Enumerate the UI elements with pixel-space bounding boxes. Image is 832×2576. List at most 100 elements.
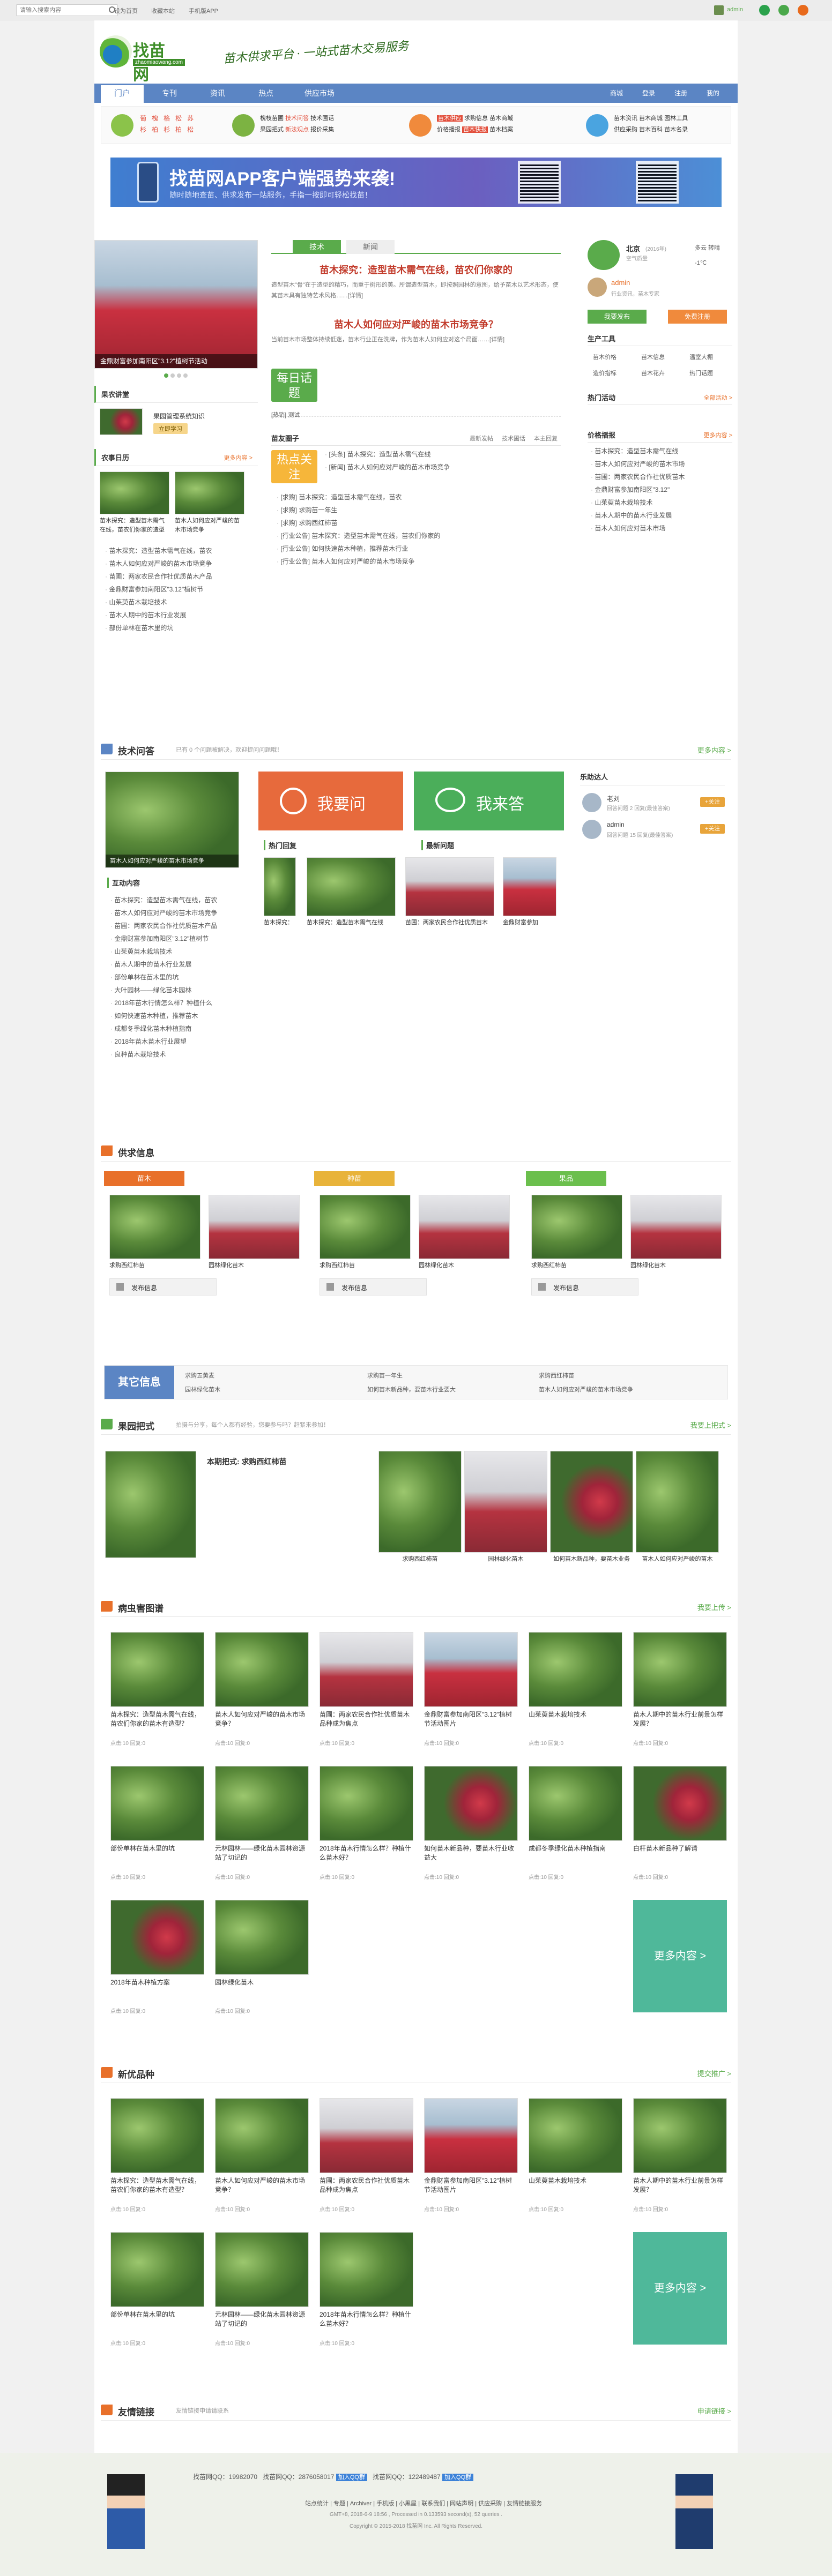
quick-link[interactable]: 求购信息 — [464, 115, 488, 122]
quick-link[interactable]: 柏 — [152, 126, 158, 133]
album-caption[interactable]: 元林园林——绿化苗木园林资源站了切记的 — [215, 2310, 309, 2338]
list-item[interactable]: 如何快速苗木种植，推荐苗木 — [110, 1009, 239, 1022]
album-more[interactable]: 我要上传 > — [697, 1602, 731, 1612]
list-item[interactable]: [行业公告] 苗木人如何应对严峻的苗木市场竞争 — [277, 555, 555, 568]
supply-caption[interactable]: 园林绿化苗木 — [209, 1261, 300, 1270]
follow-button[interactable]: +关注 — [700, 824, 725, 834]
supply-thumb[interactable] — [320, 1195, 411, 1259]
list-item[interactable]: 大叶园林——绿化苗木园林 — [110, 984, 239, 997]
list-item[interactable]: 苗木人期中的苗木行业发展 — [591, 509, 711, 522]
album-caption[interactable]: 部份单林在苗木里的坑 — [110, 2310, 204, 2338]
album-thumb[interactable] — [110, 1900, 204, 1975]
album-caption[interactable]: 山茱萸苗木栽培技术 — [529, 1710, 622, 1738]
list-item[interactable]: [行业公告] 如何快速苗木种植，推荐苗木行业 — [277, 542, 555, 555]
footer-link[interactable]: 小黑屋 — [399, 2500, 417, 2507]
footer-link[interactable]: Archiver — [350, 2500, 372, 2507]
album-thumb[interactable] — [110, 1632, 204, 1707]
footer-link[interactable]: 供应采购 — [478, 2500, 502, 2507]
qa-thumb[interactable] — [405, 857, 494, 916]
list-item[interactable]: 2018年苗木苗木行业展望 — [110, 1035, 239, 1048]
calendar-thumb-2[interactable] — [175, 471, 244, 514]
qa-image[interactable]: 苗木人如何应对严峻的苗木市场竞争 — [105, 772, 239, 868]
list-item[interactable]: 苗圃：两家农民合作社优质苗木 — [591, 470, 711, 483]
list-item[interactable]: 部份单林在苗木里的坑 — [110, 971, 239, 984]
album-caption[interactable]: 元林园林——绿化苗木园林资源站了切记的 — [215, 1844, 309, 1872]
avatar[interactable] — [714, 5, 724, 15]
list-item[interactable]: [行业公告] 苗木探究：造型苗木需气在线，苗农们你家的 — [277, 529, 555, 542]
gossip-tab-new[interactable]: 最新发帖 — [470, 434, 493, 443]
price-report-more[interactable]: 更多内容 > — [704, 431, 732, 439]
orchard-caption[interactable]: 如何苗木新品种，要苗木业务 — [550, 1555, 633, 1564]
tool-item[interactable]: 热门话题 — [689, 369, 713, 377]
search-input[interactable] — [17, 5, 102, 16]
quick-link[interactable]: 苏 — [187, 115, 194, 122]
quick-link[interactable]: 苗木档案 — [489, 126, 513, 133]
list-item[interactable]: 山茱萸苗木栽培技术 — [105, 596, 250, 609]
list-item[interactable]: 部份单林在苗木里的坑 — [105, 621, 250, 634]
supply-thumb[interactable] — [630, 1195, 722, 1259]
album-thumb[interactable] — [320, 2098, 413, 2173]
topic-item[interactable]: [热销] 测试 — [271, 410, 300, 419]
other-info-item[interactable]: 求购苗一年生 — [367, 1371, 403, 1380]
album-caption[interactable]: 部份单林在苗木里的坑 — [110, 1844, 204, 1872]
slider-dot[interactable] — [177, 373, 181, 378]
slider-dots[interactable] — [164, 372, 196, 378]
list-item[interactable]: 山茱萸苗木栽培技术 — [591, 496, 711, 509]
join-qq-button[interactable]: 加入QQ群 — [336, 2474, 367, 2481]
album-thumb[interactable] — [320, 1632, 413, 1707]
quick-link[interactable]: 技术圃话 — [310, 115, 334, 122]
list-item[interactable]: 良种苗木栽培技术 — [110, 1048, 239, 1061]
orchard-caption[interactable]: 园林绿化苗木 — [464, 1555, 547, 1564]
ask-button[interactable]: 我要问 — [258, 772, 403, 830]
sidebar-username[interactable]: admin — [611, 279, 630, 287]
album-thumb[interactable] — [215, 2098, 309, 2173]
album-thumb[interactable] — [110, 2232, 204, 2307]
quick-link[interactable]: 技术问答 — [285, 115, 309, 122]
album-caption[interactable]: 园林绿化苗木 — [215, 1978, 309, 2006]
supply-tab[interactable]: 果品 — [526, 1171, 606, 1186]
orchard-thumb[interactable] — [464, 1451, 547, 1553]
wechat-icon[interactable] — [759, 5, 770, 16]
orchard-thumb[interactable] — [636, 1451, 719, 1553]
course-item[interactable]: 果园管理系统知识 — [153, 411, 205, 421]
album-thumb[interactable] — [320, 1766, 413, 1841]
album-caption[interactable]: 2018年苗木种植方案 — [110, 1978, 204, 2006]
album-caption[interactable]: 苗木人期中的苗木行业前景怎样发展？ — [633, 1710, 727, 1738]
album-thumb[interactable] — [320, 2232, 413, 2307]
headline-1[interactable]: 苗木探究：造型苗木需气在线，苗农们你家的 — [277, 263, 555, 276]
supply-caption[interactable]: 求购西红柿苗 — [109, 1261, 200, 1270]
album-caption[interactable]: 苗木探究：造型苗木需气在线，苗农们你家的苗木有造型？ — [110, 2176, 204, 2204]
album-thumb[interactable] — [529, 1632, 622, 1707]
quick-link[interactable]: 苗木商城 — [639, 115, 663, 122]
list-item[interactable]: 金鼎财富参加南阳区"3.12"植树节 — [110, 932, 239, 945]
more-content-button[interactable]: 更多内容 > — [633, 2232, 727, 2345]
other-info-item[interactable]: 园林绿化苗木 — [185, 1385, 220, 1394]
sidebar-avatar[interactable] — [588, 278, 607, 297]
album-caption[interactable]: 苗木人如何应对严峻的苗木市场竞争？ — [215, 1710, 309, 1738]
orchard-thumb[interactable] — [378, 1451, 462, 1553]
answer-button[interactable]: 我来答 — [414, 772, 564, 830]
other-info-item[interactable]: 如何苗木新品种，要苗木行业要大 — [367, 1385, 456, 1394]
other-info-item[interactable]: 苗木人如何应对严峻的苗木市场竞争 — [539, 1385, 633, 1394]
footer-link[interactable]: 专题 — [333, 2500, 345, 2507]
orchard-main-image[interactable] — [105, 1451, 196, 1558]
toplink-app[interactable]: 手机版APP — [189, 6, 218, 15]
tool-item[interactable]: 苗木信息 — [641, 353, 665, 361]
album-thumb[interactable] — [215, 1766, 309, 1841]
supply-caption[interactable]: 求购西红柿苗 — [320, 1261, 411, 1270]
album-thumb[interactable] — [633, 1632, 727, 1707]
follow-button[interactable]: +关注 — [700, 797, 725, 807]
app-banner[interactable]: 找苗网APP客户端强势来袭! 随时随地查苗、供求发布一站服务，手指一按即可轻松找… — [110, 158, 722, 207]
qa-thumb-caption[interactable]: 苗圃：两家农民合作社优质苗木 — [405, 918, 494, 927]
album-thumb[interactable] — [529, 2098, 622, 2173]
list-item[interactable]: 苗木人如何应对严峻的苗木市场 — [591, 458, 711, 470]
orchard-caption[interactable]: 苗木人如何应对严峻的苗木 — [636, 1555, 719, 1564]
list-item[interactable]: 苗木人期中的苗木行业发展 — [105, 609, 250, 621]
album-caption[interactable]: 白杆苗木新品种了解请 — [633, 1844, 727, 1872]
orchard-more[interactable]: 我要上把式 > — [690, 1420, 731, 1430]
album-caption[interactable]: 苗木人期中的苗木行业前景怎样发展？ — [633, 2176, 727, 2204]
weibo-icon[interactable] — [798, 5, 808, 16]
album-caption[interactable]: 2018年苗木行情怎么样？种植什么苗木好？ — [320, 1844, 413, 1872]
nav-item-home[interactable]: 门户 — [101, 84, 144, 103]
supply-thumb[interactable] — [531, 1195, 622, 1259]
